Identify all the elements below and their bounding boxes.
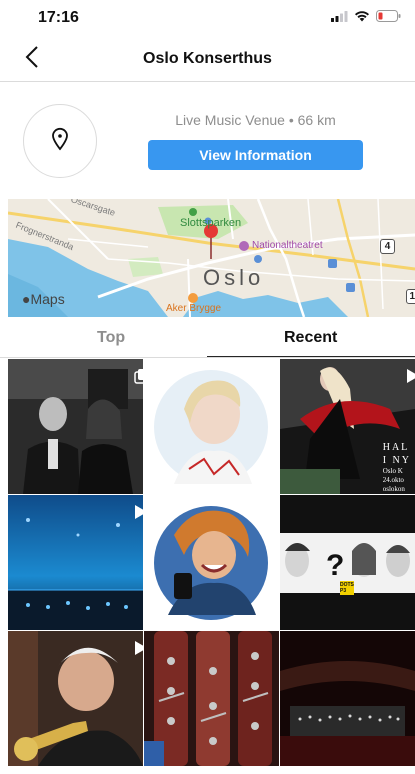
svg-text:?: ? (326, 549, 344, 582)
map-label-theatre: Nationaltheatret (252, 240, 323, 251)
post-trumpet-player[interactable] (8, 631, 143, 766)
post-entertainer-circle[interactable] (144, 495, 279, 630)
active-tab-indicator (207, 356, 415, 357)
status-time: 17:16 (38, 9, 79, 26)
status-icons (331, 9, 401, 27)
location-avatar (23, 104, 97, 178)
post-bassoons[interactable] (144, 631, 279, 766)
status-bar: 17:16 (0, 0, 415, 36)
venue-meta: Live Music Venue • 66 km (175, 112, 336, 128)
view-information-button[interactable]: View Information (148, 140, 363, 170)
road-badge-4: 4 (380, 239, 395, 254)
cellular-signal-icon (331, 9, 348, 27)
tab-recent[interactable]: Recent (284, 329, 337, 347)
map-label-park: Slottsparken (180, 217, 242, 229)
post-duo-portrait[interactable] (8, 359, 143, 494)
post-underwater-concert[interactable] (8, 495, 143, 630)
post-orchestra-hall[interactable] (280, 631, 415, 766)
map-attribution: ●Maps (22, 291, 65, 307)
post-grid: HAL I NY Oslo K 24.okto oslokon ? DOTS P… (8, 359, 415, 774)
post-singer-circle[interactable] (144, 359, 279, 494)
page-title: Oslo Konserthus (143, 50, 272, 67)
post-caption: HAL I NY Oslo K 24.okto oslokon (382, 442, 411, 493)
battery-low-icon (376, 9, 401, 27)
road-badge-10: 10 (406, 289, 415, 304)
tab-top[interactable]: Top (97, 329, 125, 347)
post-four-portraits[interactable]: ? DOTS P3 (280, 495, 415, 630)
location-map[interactable]: Oscarsgate Frognerstranda Slottsparken N… (8, 199, 415, 317)
post-red-scarf-singer[interactable]: HAL I NY Oslo K 24.okto oslokon (280, 359, 415, 494)
venue-header: Live Music Venue • 66 km View Informatio… (0, 82, 415, 192)
post-badge: DOTS P3 (340, 581, 354, 595)
map-label-wharf: Aker Brygge (166, 303, 222, 314)
map-label-city: Oslo (203, 265, 265, 290)
post-tabs: Top Recent (0, 318, 415, 358)
location-pin-icon (51, 127, 69, 156)
nav-bar: Oslo Konserthus (0, 36, 415, 82)
wifi-icon (354, 9, 370, 27)
